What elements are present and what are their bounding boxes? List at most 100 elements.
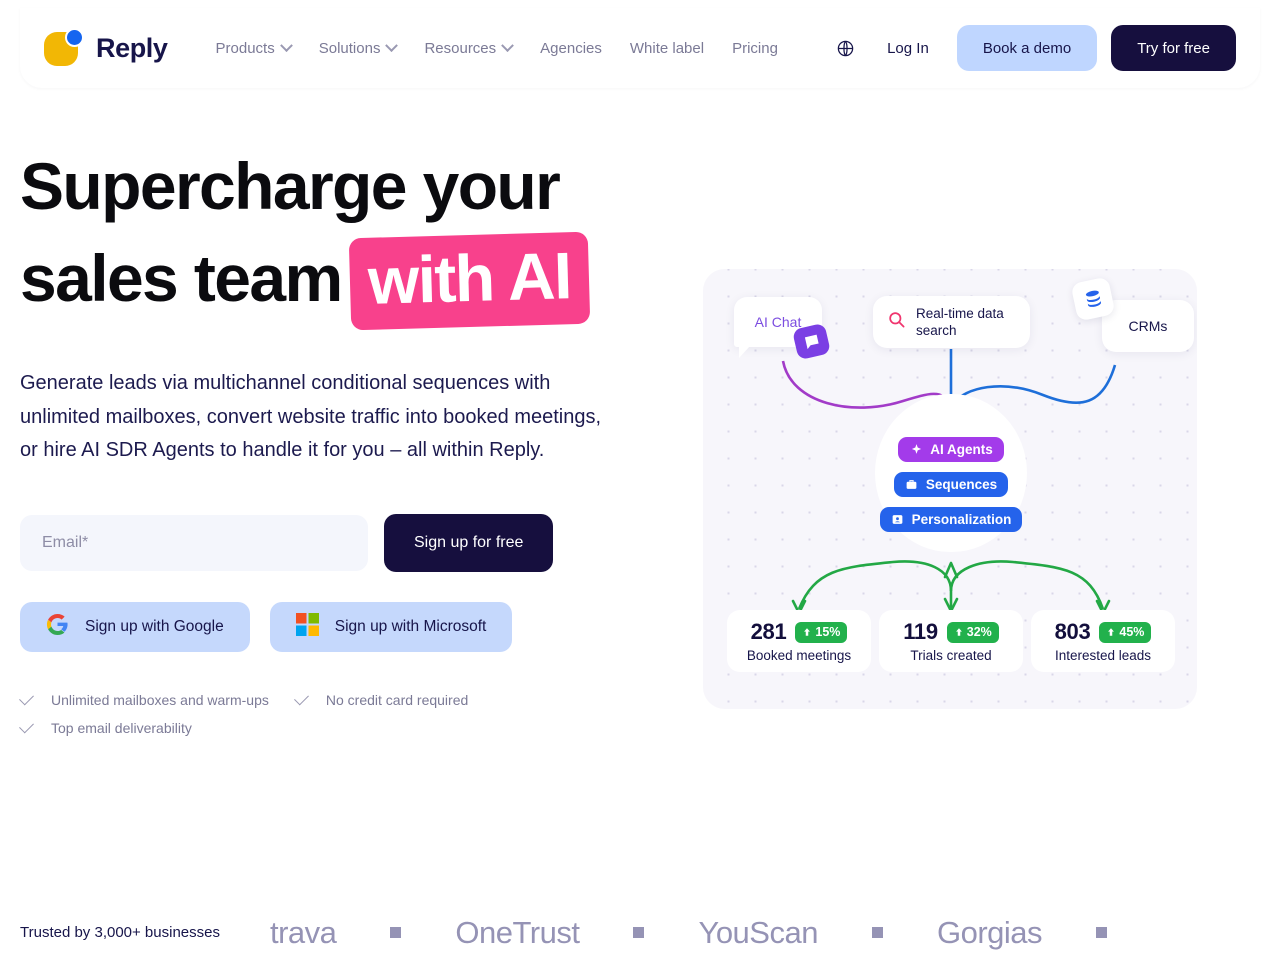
feature-check-list: Unlimited mailboxes and warm-ups No cred… xyxy=(19,690,560,736)
check-row: Unlimited mailboxes and warm-ups No cred… xyxy=(19,690,560,708)
arrow-up-icon xyxy=(955,628,962,636)
email-field[interactable] xyxy=(20,514,368,571)
stat-top: 119 32% xyxy=(903,619,999,645)
sso-label: Sign up with Google xyxy=(85,617,224,635)
stat-delta: 15% xyxy=(815,625,841,639)
chevron-down-icon xyxy=(501,38,515,52)
trusted-by-label: Trusted by 3,000+ businesses xyxy=(20,924,236,941)
stat-card-trials-created: 119 32% Trials created xyxy=(879,610,1023,672)
sso-buttons: Sign up with Google Sign up with Microso… xyxy=(20,601,660,652)
nav-item-resources[interactable]: Resources xyxy=(410,32,526,65)
headline-highlight: with AI xyxy=(348,231,590,331)
stat-top: 803 45% xyxy=(1055,619,1152,645)
nav-item-agencies[interactable]: Agencies xyxy=(526,32,616,65)
source-label: AI Chat xyxy=(754,314,802,330)
page-title: Supercharge your sales team with AI xyxy=(20,140,660,331)
stats-row: 281 15% Booked meetings 119 32% Trials c… xyxy=(727,610,1175,672)
arrow-up-icon xyxy=(804,628,811,636)
nav-label: White label xyxy=(629,39,705,57)
stat-card-booked-meetings: 281 15% Booked meetings xyxy=(727,610,871,672)
nav-label: Resources xyxy=(424,39,497,57)
nav-item-pricing[interactable]: Pricing xyxy=(718,32,792,65)
stat-delta: 32% xyxy=(966,625,992,639)
product-illustration: AI Chat Real-time data search CRMs AI Ag… xyxy=(703,269,1197,709)
sparkle-icon xyxy=(909,443,923,457)
pill-label: Sequences xyxy=(925,477,998,492)
stat-top: 281 15% xyxy=(751,619,848,645)
partner-logo-trava: trava xyxy=(270,914,337,950)
check-item: Top email deliverability xyxy=(19,718,192,736)
source-card-realtime-search[interactable]: Real-time data search xyxy=(873,296,1030,348)
stat-delta: 45% xyxy=(1119,625,1145,639)
brand-name: Reply xyxy=(96,32,168,63)
brand-logo[interactable]: Reply xyxy=(44,28,168,68)
stat-label: Interested leads xyxy=(1054,648,1152,663)
check-item: No credit card required xyxy=(293,690,469,708)
separator-dot xyxy=(633,927,645,938)
partner-logo-gorgias: Gorgias xyxy=(936,914,1043,950)
try-for-free-button[interactable]: Try for free xyxy=(1111,25,1236,71)
sign-up-with-microsoft-button[interactable]: Sign up with Microsoft xyxy=(269,601,513,652)
status-badge: 15% xyxy=(795,621,848,643)
check-icon xyxy=(293,690,309,705)
trusted-by-strip: Trusted by 3,000+ businesses trava OneTr… xyxy=(0,905,1280,960)
signup-form: Sign up for free xyxy=(20,513,660,572)
check-icon xyxy=(19,690,34,705)
sign-up-for-free-button[interactable]: Sign up for free xyxy=(384,513,554,572)
hero-subhead: Generate leads via multichannel conditio… xyxy=(20,372,602,461)
separator-dot xyxy=(1096,927,1108,938)
logo-marquee: trava OneTrust YouScan Gorgias xyxy=(270,905,1161,960)
stat-value: 803 xyxy=(1054,619,1091,644)
source-label: CRMs xyxy=(1128,318,1168,334)
nav-label: Agencies xyxy=(540,39,602,57)
stat-value: 119 xyxy=(903,619,938,644)
nav-label: Solutions xyxy=(318,39,381,57)
sign-up-with-google-button[interactable]: Sign up with Google xyxy=(20,601,250,652)
stat-label: Trials created xyxy=(910,648,992,663)
login-link[interactable]: Log In xyxy=(873,32,943,65)
check-icon xyxy=(19,718,34,733)
stat-value: 281 xyxy=(750,619,787,644)
stat-card-interested-leads: 803 45% Interested leads xyxy=(1031,610,1175,672)
check-item: Unlimited mailboxes and warm-ups xyxy=(19,690,269,708)
chevron-down-icon xyxy=(279,38,293,52)
status-badge: 45% xyxy=(1099,621,1152,643)
nav-label: Pricing xyxy=(732,39,778,57)
briefcase-icon xyxy=(905,478,919,492)
partner-logo-onetrust: OneTrust xyxy=(455,914,580,950)
hero-content: Supercharge your sales team with AI Gener… xyxy=(19,140,660,748)
pill-ai-agents[interactable]: AI Agents xyxy=(898,437,1004,462)
nav-item-products[interactable]: Products xyxy=(202,32,305,65)
source-label: Real-time data search xyxy=(916,306,1004,338)
arrow-up-icon xyxy=(1108,628,1115,636)
pill-label: Personalization xyxy=(911,512,1012,527)
sso-label: Sign up with Microsoft xyxy=(334,617,487,635)
contact-card-icon xyxy=(891,513,905,527)
google-icon xyxy=(46,613,69,641)
separator-dot xyxy=(871,927,883,938)
stat-label: Booked meetings xyxy=(746,648,852,663)
check-label: Top email deliverability xyxy=(51,719,192,736)
globe-icon[interactable] xyxy=(826,33,865,64)
capability-pills: AI Agents Sequences Personalization xyxy=(879,437,1023,532)
check-label: No credit card required xyxy=(325,691,469,708)
partner-logo-youscan: YouScan xyxy=(698,914,818,950)
microsoft-icon xyxy=(295,612,319,641)
pill-personalization[interactable]: Personalization xyxy=(879,507,1023,532)
source-card-crms[interactable]: CRMs xyxy=(1102,300,1194,352)
landing-page: Reply Products Solutions Resources Agenc… xyxy=(0,0,1280,960)
book-a-demo-button[interactable]: Book a demo xyxy=(956,25,1098,71)
reply-logo-mark-icon xyxy=(44,28,84,68)
nav-item-solutions[interactable]: Solutions xyxy=(305,32,411,65)
chevron-down-icon xyxy=(385,38,399,52)
headline-line-2: sales team with AI xyxy=(20,231,660,331)
nav-item-white-label[interactable]: White label xyxy=(616,32,718,65)
check-row: Top email deliverability xyxy=(19,718,560,736)
nav-label: Products xyxy=(215,39,275,57)
search-icon xyxy=(887,310,906,334)
check-label: Unlimited mailboxes and warm-ups xyxy=(51,691,269,708)
headline-line-2-text: sales team xyxy=(20,241,343,315)
separator-dot xyxy=(390,927,402,938)
pill-sequences[interactable]: Sequences xyxy=(893,472,1009,497)
site-header: Reply Products Solutions Resources Agenc… xyxy=(20,8,1260,88)
